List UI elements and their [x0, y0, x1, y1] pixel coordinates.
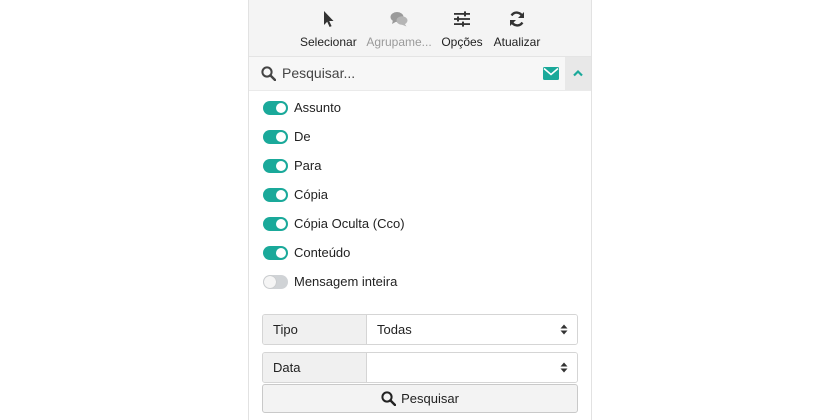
select-button[interactable]: Selecionar	[300, 0, 357, 56]
chevron-up-icon	[573, 69, 583, 77]
toggle-switch[interactable]	[263, 275, 288, 289]
toggle-switch[interactable]	[263, 217, 288, 231]
option-label: De	[294, 129, 311, 144]
search-submit-label: Pesquisar	[401, 391, 459, 406]
tipo-selected-value: Todas	[377, 322, 412, 337]
up-down-arrows-icon	[560, 362, 568, 373]
search-submit-button[interactable]: Pesquisar	[262, 384, 578, 413]
search-bar	[249, 57, 591, 91]
data-label: Data	[263, 353, 367, 382]
options-button-label: Opções	[441, 35, 483, 49]
option-label: Cópia	[294, 187, 328, 202]
tipo-label: Tipo	[263, 315, 367, 344]
tipo-select[interactable]: Todas	[367, 315, 577, 344]
option-conteudo[interactable]: Conteúdo	[263, 245, 405, 274]
cursor-arrow-icon	[324, 11, 334, 27]
refresh-icon	[510, 11, 524, 27]
option-de[interactable]: De	[263, 129, 405, 158]
toggle-switch[interactable]	[263, 188, 288, 202]
chat-bubbles-icon	[390, 12, 408, 27]
search-icon	[261, 66, 276, 81]
search-input[interactable]	[282, 61, 482, 85]
option-mensagem-inteira[interactable]: Mensagem inteira	[263, 274, 405, 303]
refresh-button-label: Atualizar	[493, 35, 541, 49]
option-label: Cópia Oculta (Cco)	[294, 216, 405, 231]
search-field-options: Assunto De Para Cópia Cópia Oculta (Cco)…	[263, 100, 405, 303]
data-select[interactable]	[367, 353, 577, 382]
group-button-label: Agrupame...	[366, 35, 432, 49]
search-panel: Selecionar Agrupame... Opções Atualizar …	[248, 0, 592, 420]
option-label: Assunto	[294, 100, 341, 115]
toggle-switch[interactable]	[263, 130, 288, 144]
toggle-switch[interactable]	[263, 101, 288, 115]
data-filter: Data	[262, 352, 578, 383]
toolbar: Selecionar Agrupame... Opções Atualizar	[249, 0, 591, 57]
option-label: Para	[294, 158, 322, 173]
tipo-filter: Tipo Todas	[262, 314, 578, 345]
option-copia[interactable]: Cópia	[263, 187, 405, 216]
envelope-icon[interactable]	[543, 67, 559, 80]
option-assunto[interactable]: Assunto	[263, 100, 405, 129]
option-label: Conteúdo	[294, 245, 351, 260]
option-para[interactable]: Para	[263, 158, 405, 187]
toggle-switch[interactable]	[263, 159, 288, 173]
select-button-label: Selecionar	[300, 35, 357, 49]
option-copia-oculta[interactable]: Cópia Oculta (Cco)	[263, 216, 405, 245]
collapse-button[interactable]	[565, 57, 591, 90]
toggle-switch[interactable]	[263, 246, 288, 260]
refresh-button[interactable]: Atualizar	[492, 0, 542, 56]
option-label: Mensagem inteira	[294, 274, 398, 289]
up-down-arrows-icon	[560, 324, 568, 335]
search-icon	[381, 391, 397, 406]
sliders-icon	[454, 11, 470, 27]
options-button[interactable]: Opções	[440, 0, 484, 56]
group-button[interactable]: Agrupame...	[366, 0, 432, 56]
